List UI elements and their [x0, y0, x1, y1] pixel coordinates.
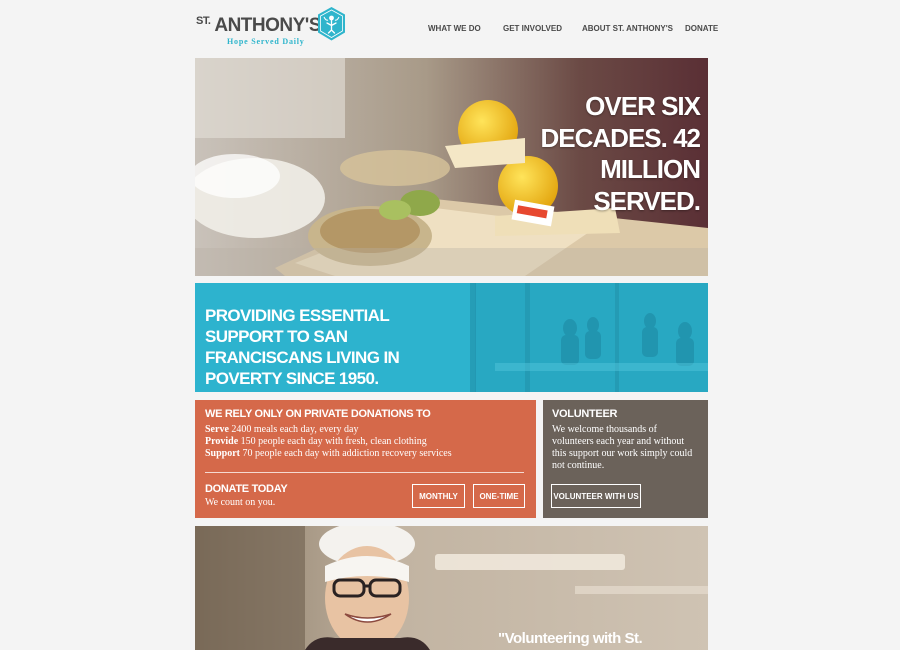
- hero-headline: OVER SIX DECADES. 42 MILLION SERVED.: [540, 91, 702, 217]
- mission-statement: PROVIDING ESSENTIAL SUPPORT TO SAN FRANC…: [205, 306, 400, 389]
- mission-banner: PROVIDING ESSENTIAL SUPPORT TO SAN FRANC…: [195, 283, 708, 392]
- donation-item-verb: Provide: [205, 436, 239, 447]
- monthly-donate-button[interactable]: MONTHLY: [412, 484, 465, 508]
- donate-today-title: DONATE TODAY: [205, 483, 288, 495]
- donations-heading: WE RELY ONLY ON PRIVATE DONATIONS TO: [205, 408, 431, 420]
- testimonial-banner: "Volunteering with St.: [195, 526, 708, 650]
- donation-item-text: 150 people each day with fresh, clean cl…: [240, 436, 427, 447]
- nav-what-we-do[interactable]: WHAT WE DO: [428, 24, 481, 33]
- testimonial-quote: "Volunteering with St.: [498, 630, 643, 647]
- donation-item-verb: Serve: [205, 424, 229, 435]
- donation-item-text: 70 people each day with addiction recove…: [242, 448, 452, 459]
- donation-item-text: 2400 meals each day, every day: [231, 424, 359, 435]
- donations-divider: [205, 472, 524, 473]
- nav-about[interactable]: ABOUT ST. ANTHONY'S: [582, 24, 673, 33]
- donation-item: Support 70 people each day with addictio…: [205, 448, 452, 459]
- nav-get-involved[interactable]: GET INVOLVED: [503, 24, 562, 33]
- one-time-donate-button[interactable]: ONE-TIME: [473, 484, 525, 508]
- nav-donate[interactable]: DONATE: [685, 24, 718, 33]
- donation-item: Serve 2400 meals each day, every day: [205, 424, 358, 435]
- main-nav: WHAT WE DO GET INVOLVED ABOUT ST. ANTHON…: [0, 24, 900, 36]
- donations-panel: WE RELY ONLY ON PRIVATE DONATIONS TO Ser…: [195, 400, 536, 518]
- hero-banner: OVER SIX DECADES. 42 MILLION SERVED.: [195, 58, 708, 276]
- volunteer-body: We welcome thousands of volunteers each …: [552, 424, 693, 471]
- volunteer-panel: VOLUNTEER We welcome thousands of volunt…: [543, 400, 708, 518]
- donation-item: Provide 150 people each day with fresh, …: [205, 436, 427, 447]
- donate-today-subtitle: We count on you.: [205, 497, 276, 508]
- donation-item-verb: Support: [205, 448, 241, 459]
- volunteer-with-us-button[interactable]: VOLUNTEER WITH US: [551, 484, 641, 508]
- logo-tagline: Hope Served Daily: [227, 37, 305, 46]
- volunteer-heading: VOLUNTEER: [552, 408, 618, 420]
